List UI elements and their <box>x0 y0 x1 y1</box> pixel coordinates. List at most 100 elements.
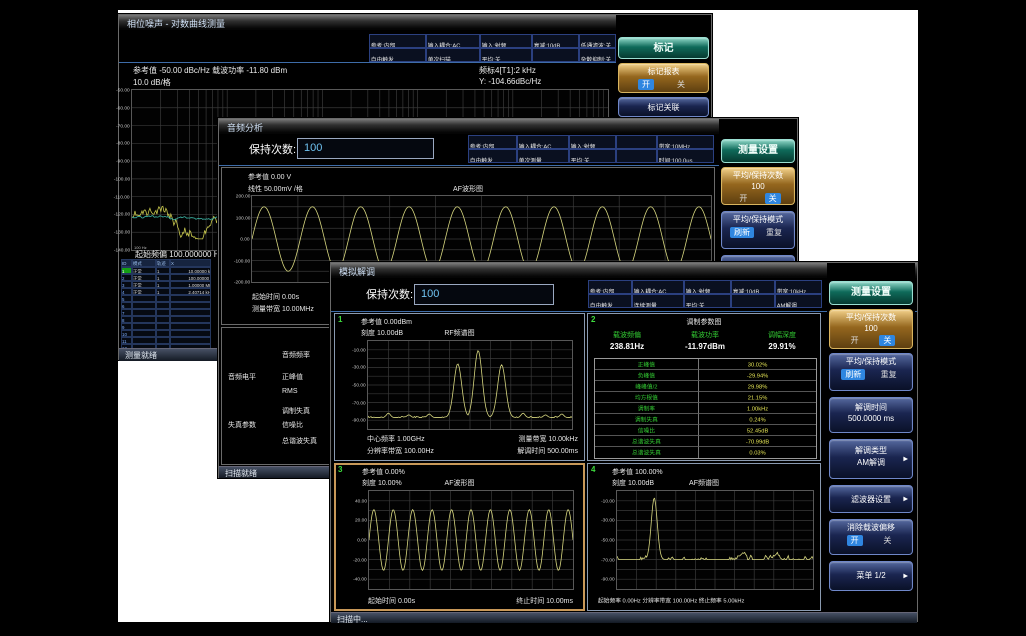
demod-type-button[interactable]: 解调类型 AM解调 ▶ <box>829 439 913 479</box>
avg-hold-count-button[interactable]: 平均/保持次数 100 开 关 <box>721 167 795 205</box>
rf-spectrum-trace <box>368 341 572 429</box>
item-audio-frequency: 音频频率 <box>282 350 310 360</box>
measure-setup-button[interactable]: 测量设置 <box>829 281 913 305</box>
table-cell <box>170 316 211 323</box>
table-cell: 衰减:10dB <box>532 34 579 48</box>
panel-rf-spectrum[interactable]: 1 参考值 0.00dBm 刻度 10.00dB RF频谱图 -10.00-30… <box>334 313 585 461</box>
toggle-on[interactable]: 开 <box>638 79 654 90</box>
toggle-on[interactable]: 开 <box>735 193 751 204</box>
table-cell: 参考:内部 <box>369 34 426 48</box>
marker-report-button[interactable]: 标记报表 开 关 <box>618 63 709 93</box>
scale-readout: 线性 50.00mV /格 <box>248 184 303 194</box>
submenu-arrow-icon: ▶ <box>903 456 908 463</box>
table-row: 9 <box>121 323 211 330</box>
start-time-readout: 起始时间 0.00s <box>252 292 299 302</box>
button-label: 测量设置 <box>722 140 794 161</box>
panel-number: 1 <box>338 315 342 324</box>
table-row: 正峰值30.02% <box>595 359 816 370</box>
table-cell: 均方根值 <box>595 392 699 403</box>
item-snr: 信噪比 <box>282 420 303 430</box>
center-freq-readout: 中心频率 1.00GHz <box>367 434 425 444</box>
table-cell: 带宽:10kHz <box>775 280 822 294</box>
mode-refresh[interactable]: 刷新 <box>730 227 754 238</box>
table-cell: X <box>170 259 211 267</box>
table-cell: 1 <box>156 281 170 288</box>
table-cell: 低通滤波:关 <box>579 34 616 48</box>
table-cell: 9 <box>121 323 132 330</box>
table-row: 4正常12.40714 kHz <box>121 288 211 295</box>
toggle-on[interactable]: 开 <box>847 535 863 546</box>
titlebar: 音频分析 08:44:24 2015/6/16 <box>219 119 797 134</box>
toggle-on[interactable]: 开 <box>847 335 863 346</box>
table-cell <box>616 149 658 163</box>
panel-mod-params[interactable]: 2 调制参数图 载波频偏 238.81Hz 载波功率 -11.97dBm 调幅深… <box>587 313 821 461</box>
table-cell: 调制率 <box>595 403 699 414</box>
toggle-row: 开 关 <box>619 79 708 90</box>
marker-button[interactable]: 标记 <box>618 37 709 59</box>
menu-page-button[interactable]: 菜单 1/2 ▶ <box>829 561 913 591</box>
marker-table-body[interactable]: 1正常110.00000 kHz2正常1100.00000 kHz3正常11.0… <box>121 267 211 351</box>
button-label: 标记关联 <box>619 102 708 113</box>
demod-time-button[interactable]: 解调时间 500.0000 ms <box>829 397 913 433</box>
item-mod-distortion: 调制失真 <box>282 406 310 416</box>
mode-repeat[interactable]: 重复 <box>762 227 786 238</box>
mode-repeat[interactable]: 重复 <box>877 369 901 380</box>
scale-readout: 刻度 10.00% <box>362 478 402 488</box>
panel-af-waveform[interactable]: 3 参考值 0.00% 刻度 10.00% AF波形图 40.0020.000.… <box>334 463 585 611</box>
table-cell: 正峰值 <box>595 359 699 370</box>
readout-label: 调幅深度 <box>746 330 818 340</box>
table-cell: 平均:关 <box>684 294 731 308</box>
table-cell: 0.24% <box>699 414 816 425</box>
toggle-off[interactable]: 关 <box>879 335 895 346</box>
axis-label: -50.00 <box>352 382 366 387</box>
mode-refresh[interactable]: 刷新 <box>841 369 865 380</box>
mod-params-table: 正峰值30.02%负峰值-29.94%峰峰值/229.98%均方根值21.15%… <box>594 358 817 459</box>
meas-bw-readout: 测量带宽 10.00kHz <box>518 434 578 444</box>
table-row: 均方根值21.15% <box>595 392 816 403</box>
table-cell <box>132 295 156 302</box>
table-cell <box>132 309 156 316</box>
table-cell: ID <box>121 259 132 267</box>
axis-label: -90.00 <box>352 417 366 422</box>
axis-label: -10.00 <box>601 498 615 503</box>
table-cell: 正常 <box>132 281 156 288</box>
table-cell: 信噪比 <box>595 425 699 436</box>
table-cell: -29.94% <box>699 370 816 381</box>
start-time-readout: 起始时间 0.00s <box>368 596 415 606</box>
toggle-off[interactable]: 关 <box>765 193 781 204</box>
readout-value: 238.81Hz <box>590 342 664 351</box>
axis-label: -30.00 <box>601 518 615 523</box>
hold-count-input[interactable]: 100 <box>414 284 554 305</box>
button-value: AM解调 <box>830 457 912 468</box>
table-cell: 52.45dB <box>699 425 816 436</box>
avg-hold-mode-button[interactable]: 平均/保持模式 刷新 重复 <box>721 211 795 249</box>
measure-setup-button[interactable]: 测量设置 <box>721 139 795 163</box>
panel-number: 2 <box>591 315 595 324</box>
table-cell: 6 <box>121 302 132 309</box>
table-cell: 1 <box>156 267 170 274</box>
table-cell <box>731 294 775 308</box>
toggle-off[interactable]: 关 <box>879 535 895 546</box>
marker-link-button[interactable]: 标记关联 <box>618 97 709 117</box>
table-cell: 自由触发 <box>369 48 426 62</box>
button-value: 100 <box>830 324 912 333</box>
divider <box>219 165 797 166</box>
filter-setup-button[interactable]: 滤波器设置 ▶ <box>829 485 913 513</box>
toggle-off[interactable]: 关 <box>673 79 689 90</box>
af-waveform-trace <box>369 491 573 589</box>
table-cell <box>156 295 170 302</box>
table-row: 参考:内部输入耦合:AC输入:射频带宽:10MHz <box>468 135 714 149</box>
table-cell: 杂散抑制:关 <box>579 48 616 62</box>
readout-value: 29.91% <box>746 342 818 351</box>
window-title: 模拟解调 <box>339 265 375 278</box>
graph-title: RF频谱图 <box>444 328 474 338</box>
table-cell: 输入耦合:AC <box>426 34 480 48</box>
avg-hold-mode-button[interactable]: 平均/保持模式 刷新 重复 <box>829 353 913 391</box>
avg-hold-count-button[interactable]: 平均/保持次数 100 开 关 <box>829 309 913 349</box>
table-row: 8 <box>121 316 211 323</box>
carrier-offset-button[interactable]: 消除载波偏移 开 关 <box>829 519 913 555</box>
table-cell: 1.00000 MHz <box>170 281 211 288</box>
hold-count-input[interactable]: 100 <box>297 138 434 159</box>
panel-af-spectrum[interactable]: 4 参考值 100.00% 刻度 10.00dB AF频谱图 -10.00-30… <box>587 463 821 611</box>
status-grid: 参考:内部输入耦合:AC输入:射频带宽:10MHz自由触发单次测量平均:关时间:… <box>468 135 714 163</box>
